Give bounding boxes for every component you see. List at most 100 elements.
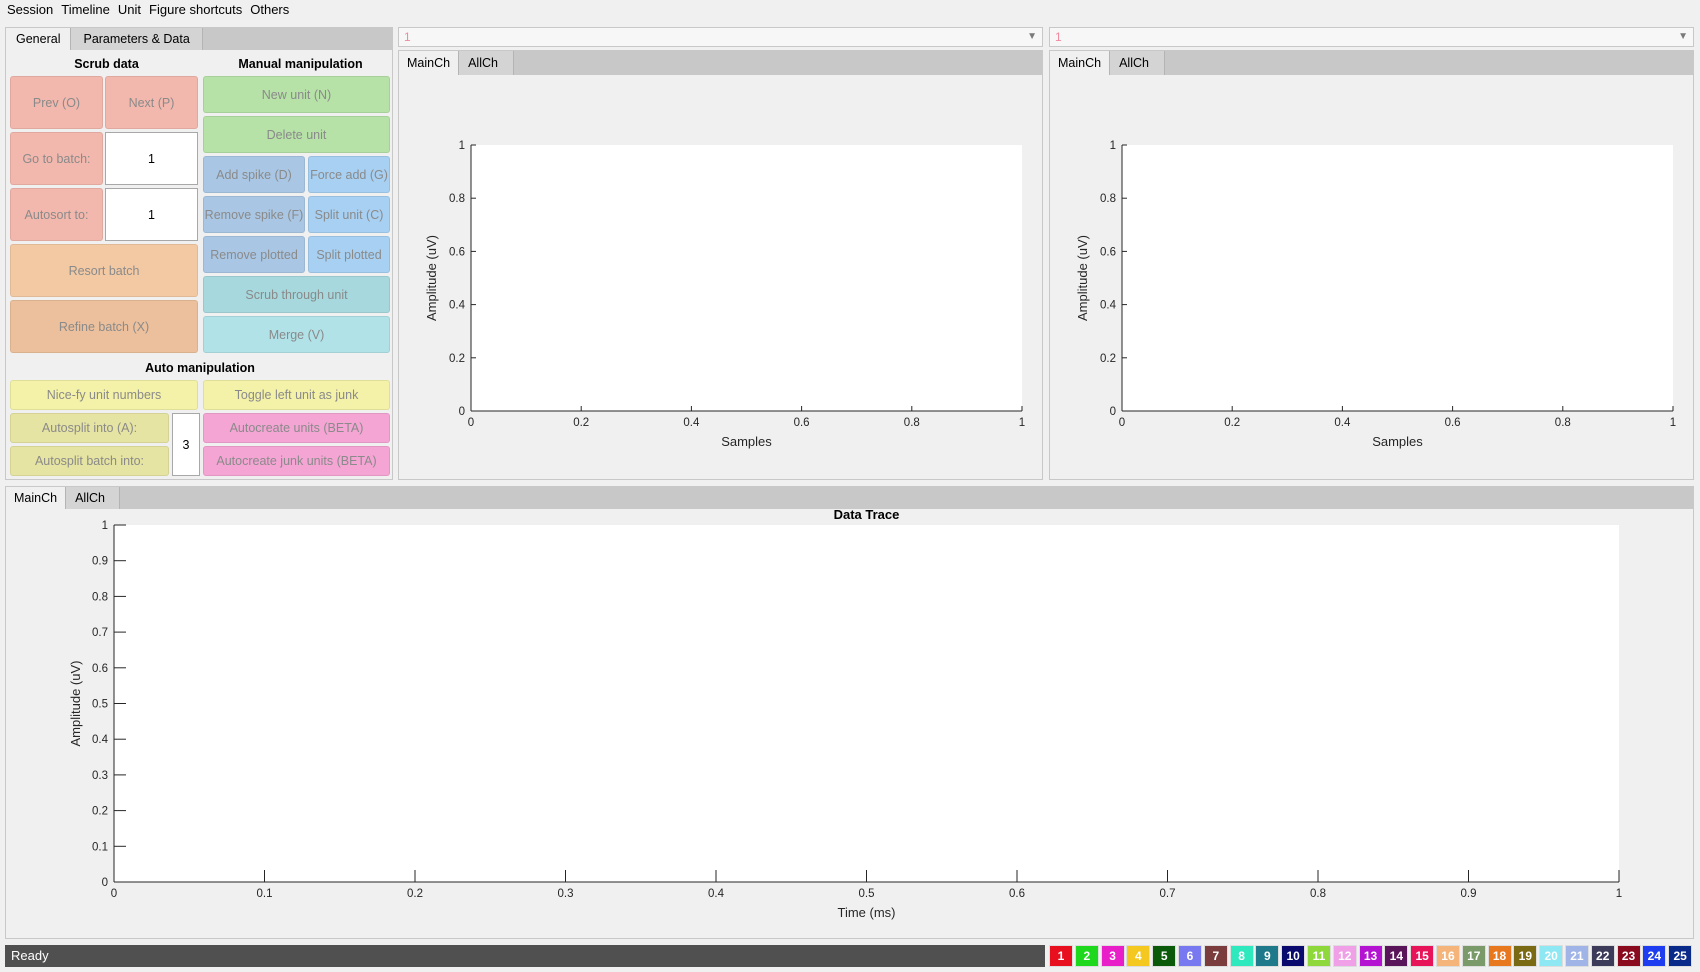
tab-allch[interactable]: AllCh [66,487,120,509]
autosplit-input[interactable]: 3 [172,413,200,476]
nicefy-unit-numbers-button[interactable]: Nice-fy unit numbers [10,380,198,410]
unit-color-swatch-4[interactable]: 4 [1126,945,1151,967]
menu-session[interactable]: Session [3,0,57,20]
menu-others[interactable]: Others [246,0,293,20]
y-tick-label: 0.5 [92,699,108,711]
unit-color-swatch-9[interactable]: 9 [1255,945,1280,967]
x-tick-label: 0.8 [904,417,920,429]
x-tick-label: 0.4 [708,888,725,900]
x-tick-label: 0.6 [1445,417,1461,429]
next-button[interactable]: Next (P) [105,76,198,129]
new-unit-button[interactable]: New unit (N) [203,76,390,113]
unit-color-swatch-5[interactable]: 5 [1152,945,1177,967]
control-tabstrip: General Parameters & Data [6,28,392,50]
split-unit-button[interactable]: Split unit (C) [308,196,390,233]
unit-color-palette: 1 2 3 4 5 6 7 8 9 10 11 12 13 14 15 16 17 18 19 20 21 22 23 24 2… [1049,945,1694,967]
x-tick-label: 0.6 [1009,888,1025,900]
unit-color-swatch-16[interactable]: 16 [1435,945,1460,967]
unit-select-2-value: 1 [1055,30,1062,44]
data-trace-chart: 0 0.1 0.2 0.3 0.4 0.5 0.6 0.7 0.8 0.9 1 0 0.1 0.2 0.3 0… [68,509,1622,920]
unit-color-swatch-21[interactable]: 21 [1564,945,1589,967]
unit-color-swatch-23[interactable]: 23 [1616,945,1641,967]
unit-color-swatch-14[interactable]: 14 [1384,945,1409,967]
unit-color-swatch-19[interactable]: 19 [1513,945,1538,967]
unit-color-swatch-3[interactable]: 3 [1100,945,1125,967]
merge-button[interactable]: Merge (V) [203,316,390,353]
x-axis-label: Samples [721,434,772,449]
y-tick-label: 0.9 [92,556,108,568]
y-tick-label: 1 [102,520,108,532]
unit-color-swatch-22[interactable]: 22 [1590,945,1615,967]
scrub-through-unit-button[interactable]: Scrub through unit [203,276,390,313]
y-tick-label: 0 [102,877,108,889]
unit-color-swatch-15[interactable]: 15 [1410,945,1435,967]
tab-mainch[interactable]: MainCh [399,51,460,75]
data-trace-tabstrip: MainCh AllCh [6,487,1693,509]
unit-color-swatch-12[interactable]: 12 [1332,945,1357,967]
go-to-batch-input[interactable]: 1 [105,132,198,185]
plot-area [471,145,1022,411]
unit-1-waveform-chart: 0 0.2 0.4 0.6 0.8 1 0 0.2 0.4 0.6 0.8 1 Samples Ampli… [424,140,1025,449]
menu-timeline[interactable]: Timeline [57,0,114,20]
resort-batch-button[interactable]: Resort batch [10,244,198,297]
unit-color-swatch-24[interactable]: 24 [1642,945,1667,967]
refine-batch-button[interactable]: Refine batch (X) [10,300,198,353]
y-tick-label: 0.4 [1100,300,1117,312]
x-tick-label: 0.4 [683,417,700,429]
y-axis-label: Amplitude (uV) [1075,235,1090,321]
delete-unit-button[interactable]: Delete unit [203,116,390,153]
autosort-input[interactable]: 1 [105,188,198,241]
tab-allch[interactable]: AllCh [1110,51,1165,75]
remove-spike-button[interactable]: Remove spike (F) [203,196,305,233]
y-tick-label: 0.4 [92,734,109,746]
remove-plotted-button[interactable]: Remove plotted [203,236,305,273]
unit-color-swatch-13[interactable]: 13 [1358,945,1383,967]
unit-panel-1: MainCh AllCh 0 0.2 0.4 0.6 0.8 1 0 0.2 0.4 0.6 0.8… [398,50,1043,480]
autosplit-batch-button[interactable]: Autosplit batch into: [10,446,169,476]
tab-parameters-data[interactable]: Parameters & Data [71,28,203,50]
unit-color-swatch-1[interactable]: 1 [1049,945,1073,967]
status-bar: Ready [5,945,1045,967]
unit-color-swatch-20[interactable]: 20 [1539,945,1564,967]
unit-color-swatch-8[interactable]: 8 [1229,945,1254,967]
unit-color-swatch-6[interactable]: 6 [1177,945,1202,967]
split-plotted-button[interactable]: Split plotted [308,236,390,273]
add-spike-button[interactable]: Add spike (D) [203,156,305,193]
tab-mainch[interactable]: MainCh [6,487,67,509]
x-tick-label: 0 [111,888,117,900]
tab-general[interactable]: General [6,28,72,50]
autocreate-junk-units-button[interactable]: Autocreate junk units (BETA) [203,446,390,476]
unit-select-2[interactable]: 1 ▼ [1049,27,1694,47]
autosort-to-button[interactable]: Autosort to: [10,188,103,241]
menu-unit[interactable]: Unit [114,0,145,20]
y-axis-label: Amplitude (uV) [68,661,83,747]
y-tick-label: 1 [1110,140,1116,152]
manual-manipulation-title: Manual manipulation [238,57,363,71]
chevron-down-icon: ▼ [1678,31,1688,42]
unit-color-swatch-11[interactable]: 11 [1306,945,1331,967]
chart-title: Data Trace [834,509,900,522]
autosplit-button[interactable]: Autosplit into (A): [10,413,169,443]
tab-mainch[interactable]: MainCh [1050,51,1111,75]
unit-color-swatch-25[interactable]: 25 [1668,945,1693,967]
force-add-button[interactable]: Force add (G) [308,156,390,193]
menu-bar: Session Timeline Unit Figure shortcuts O… [0,0,1700,20]
unit-color-swatch-7[interactable]: 7 [1203,945,1228,967]
prev-button[interactable]: Prev (O) [10,76,103,129]
unit-color-swatch-10[interactable]: 10 [1281,945,1306,967]
unit-color-swatch-17[interactable]: 17 [1461,945,1486,967]
toggle-junk-button[interactable]: Toggle left unit as junk [203,380,390,410]
chevron-down-icon: ▼ [1027,31,1037,42]
y-axis-label: Amplitude (uV) [424,235,439,321]
y-tick-label: 0.2 [92,806,108,818]
autocreate-units-button[interactable]: Autocreate units (BETA) [203,413,390,443]
go-to-batch-button[interactable]: Go to batch: [10,132,103,185]
menu-figure-shortcuts[interactable]: Figure shortcuts [145,0,246,20]
unit-select-1[interactable]: 1 ▼ [398,27,1043,47]
plot-area [1122,145,1673,411]
unit-color-swatch-2[interactable]: 2 [1074,945,1099,967]
unit-color-swatch-18[interactable]: 18 [1487,945,1512,967]
x-tick-label: 0.3 [558,888,574,900]
tab-allch[interactable]: AllCh [459,51,514,75]
x-tick-label: 0.2 [407,888,423,900]
